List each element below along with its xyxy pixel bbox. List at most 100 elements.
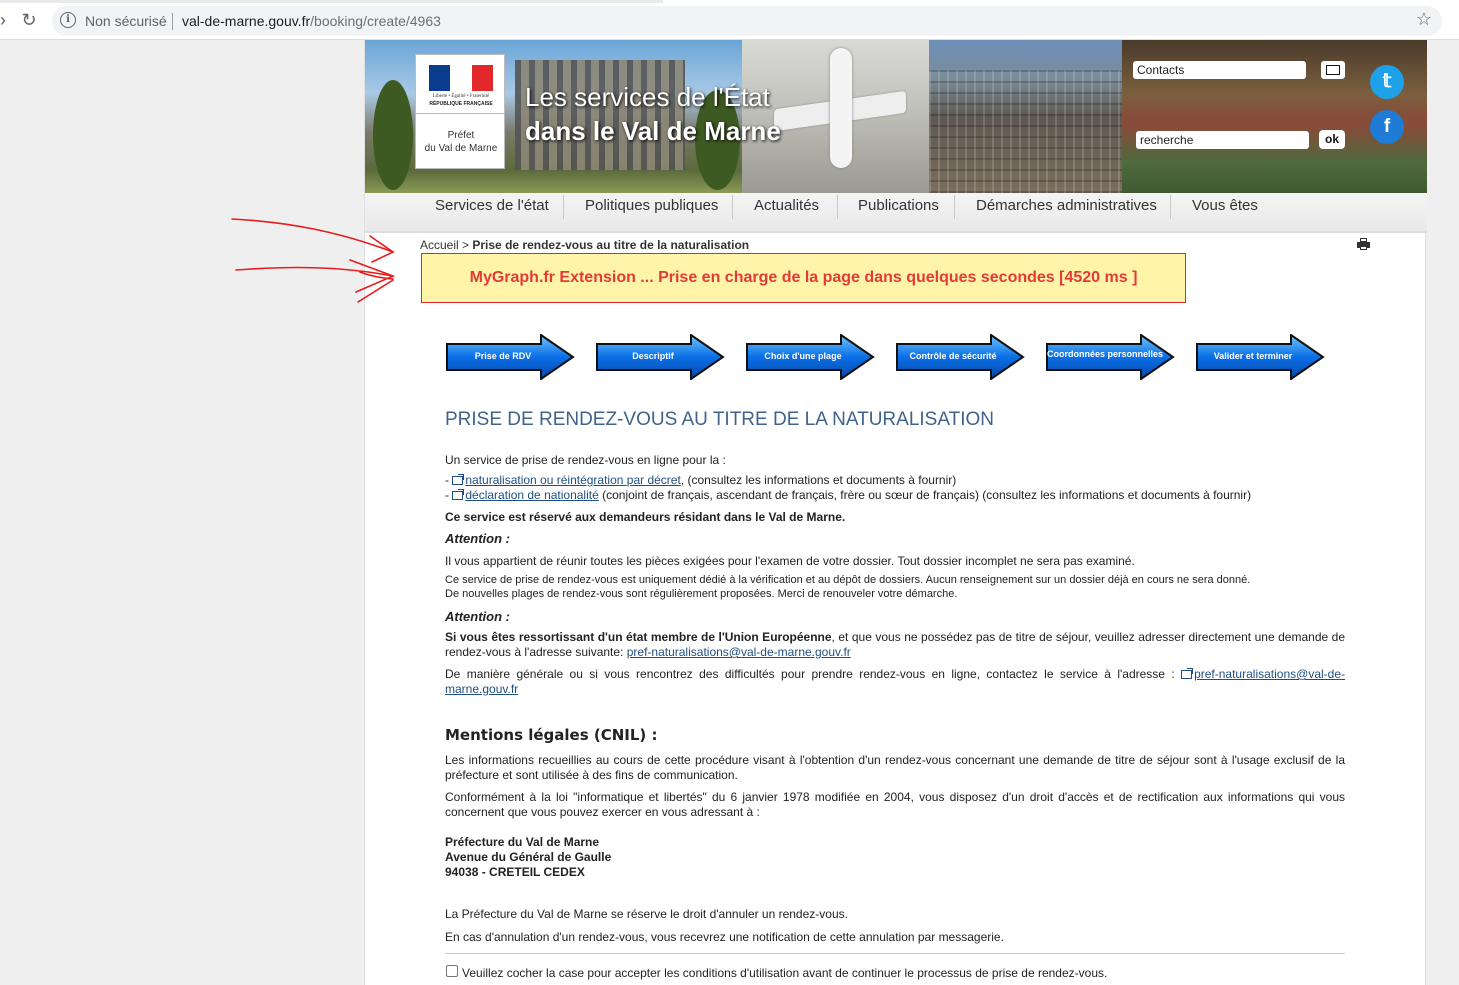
menu-separator (837, 195, 838, 219)
steps-bar: Prise de RDV Descriptif Choix d'une plag… (445, 334, 1345, 380)
step-label: Descriptif (632, 351, 674, 361)
attention-label-2: Attention : (445, 609, 510, 624)
star-icon[interactable]: ☆ (1416, 9, 1432, 30)
menu-separator (732, 195, 733, 219)
attention-label: Attention : (445, 531, 510, 546)
menu-separator (1170, 195, 1171, 219)
general-paragraph: De manière générale ou si vous rencontre… (445, 667, 1345, 697)
menu-item-actualites[interactable]: Actualités (754, 197, 819, 214)
step-descriptif[interactable]: Descriptif (595, 334, 725, 380)
step-label: Coordonnées personnelles (1047, 349, 1164, 359)
terms-checkbox[interactable] (446, 965, 458, 977)
logo-motto: Liberté • Égalité • Fraternité (432, 94, 490, 99)
ue-paragraph: Si vous êtes ressortissant d'un état mem… (445, 630, 1345, 660)
facebook-icon[interactable]: f (1370, 110, 1404, 144)
menu-item-vous-etes[interactable]: Vous êtes (1192, 197, 1258, 214)
address-line-3: 94038 - CRETEIL CEDEX (445, 865, 585, 879)
menu-separator (563, 195, 564, 219)
menu-item-demarches[interactable]: Démarches administratives (976, 197, 1157, 214)
breadcrumb: Accueil > Prise de rendez-vous au titre … (420, 238, 749, 252)
reserved-text: Ce service est réservé aux demandeurs ré… (445, 510, 846, 524)
reload-icon[interactable]: ↻ (18, 9, 40, 31)
info-icon[interactable]: i (60, 12, 76, 28)
breadcrumb-current: Prise de rendez-vous au titre de la natu… (472, 238, 750, 252)
general-text: De manière générale ou si vous rencontre… (445, 667, 1182, 681)
step-label: Valider et terminer (1213, 351, 1293, 361)
external-link-icon (452, 489, 465, 500)
logo-prefet-line2: du Val de Marne (424, 143, 498, 154)
annulation-text-2: En cas d'annulation d'un rendez-vous, vo… (445, 930, 1004, 944)
address-line-2: Avenue du Général de Gaulle (445, 850, 612, 864)
twitter-icon[interactable]: 𝕥 (1370, 65, 1404, 99)
naturalisation-link[interactable]: naturalisation ou réintégration par décr… (465, 473, 680, 487)
step-coordonnees[interactable]: Coordonnées personnelles (1045, 334, 1175, 380)
link-line-declaration: - déclaration de nationalité (conjoint d… (445, 488, 1251, 502)
search-input[interactable]: recherche (1136, 131, 1309, 149)
intro-text: Un service de prise de rendez-vous en li… (445, 453, 726, 467)
terms-checkbox-label: Veuillez cocher la case pour accepter le… (462, 966, 1108, 980)
logo-republic: RÉPUBLIQUE FRANÇAISE (429, 101, 493, 107)
main-menu: Services de l'état Politiques publiques … (365, 193, 1427, 233)
link-line-naturalisation: - naturalisation ou réintégration par dé… (445, 473, 956, 487)
prefecture-logo[interactable]: Liberté • Égalité • Fraternité RÉPUBLIQU… (415, 54, 505, 169)
active-tab-edge (663, 0, 1459, 3)
divider (445, 953, 1345, 954)
menu-item-publications[interactable]: Publications (858, 197, 939, 214)
page: Liberté • Égalité • Fraternité RÉPUBLIQU… (364, 40, 1427, 985)
dash: - (445, 473, 453, 487)
annulation-text-1: La Préfecture du Val de Marne se réserve… (445, 907, 848, 921)
menu-item-services[interactable]: Services de l'état (435, 197, 549, 214)
contacts-field[interactable]: Contacts (1133, 61, 1306, 79)
prefecture-address: Préfecture du Val de Marne Avenue du Gén… (445, 835, 611, 880)
step-label: Prise de RDV (474, 351, 532, 361)
breadcrumb-sep: > (458, 238, 473, 252)
address-line-1: Préfecture du Val de Marne (445, 835, 600, 849)
step-valider[interactable]: Valider et terminer (1195, 334, 1325, 380)
flag-blue (429, 65, 451, 91)
step-label: Contrôle de sécurité (909, 351, 997, 361)
external-link-icon (1181, 668, 1194, 679)
tree-shape (373, 80, 413, 190)
dash: - (445, 488, 453, 502)
address-separator (172, 13, 173, 30)
declaration-link[interactable]: déclaration de nationalité (465, 488, 598, 502)
url-host: val-de-marne.gouv.fr (182, 13, 311, 29)
back-arrow-icon[interactable]: › (0, 9, 14, 31)
menu-item-politiques[interactable]: Politiques publiques (585, 197, 718, 214)
link2-rest: (conjoint de français, ascendant de fran… (598, 488, 1252, 502)
browser-toolbar: › ↻ i Non sécurisé val-de-marne.gouv.fr/… (0, 0, 1459, 40)
address-bar[interactable]: i Non sécurisé val-de-marne.gouv.fr/book… (52, 6, 1442, 36)
security-label[interactable]: Non sécurisé (85, 13, 167, 29)
building-shape (515, 60, 685, 170)
step-choix-plage[interactable]: Choix d'une plage (745, 334, 875, 380)
pieces-text: Il vous appartient de réunir toutes les … (445, 554, 1135, 568)
url-path: /booking/create/4963 (310, 13, 441, 29)
cnil-title: Mentions légales (CNIL) : (445, 726, 658, 744)
banner-photo-city (929, 40, 1122, 193)
step-controle-securite[interactable]: Contrôle de sécurité (895, 334, 1025, 380)
cnil-paragraph-2: Conformément à la loi "informatique et l… (445, 790, 1345, 819)
step-prise-rdv[interactable]: Prise de RDV (445, 334, 575, 380)
dedie-text: Ce service de prise de rendez-vous est u… (445, 574, 1251, 586)
banner-title-line1: Les services de l'État (525, 82, 770, 112)
flag-white (450, 65, 472, 91)
search-ok-button[interactable]: ok (1319, 130, 1345, 149)
mail-icon[interactable] (1321, 61, 1345, 79)
breadcrumb-home[interactable]: Accueil (420, 238, 459, 252)
nouvelles-text: De nouvelles plages de rendez-vous sont … (445, 588, 958, 600)
cnil-paragraph-1: Les informations recueillies au cours de… (445, 753, 1345, 782)
plane-body-shape (830, 48, 852, 168)
logo-divider (416, 113, 504, 114)
extension-notice: MyGraph.fr Extension ... Prise en charge… (421, 253, 1186, 303)
external-link-icon (452, 474, 465, 485)
ue-bold: Si vous êtes ressortissant d'un état mem… (445, 630, 832, 644)
marianne-flag (429, 65, 493, 91)
page-title: PRISE DE RENDEZ-VOUS AU TITRE DE LA NATU… (445, 409, 994, 430)
ue-email-link[interactable]: pref-naturalisations@val-de-marne.gouv.f… (627, 645, 851, 659)
url-text[interactable]: val-de-marne.gouv.fr/booking/create/4963 (182, 13, 441, 29)
logo-prefet-line1: Préfet (447, 130, 475, 141)
logo-prefet: Préfet du Val de Marne (418, 129, 504, 155)
print-icon[interactable] (1357, 238, 1370, 250)
step-label: Choix d'une plage (764, 351, 842, 361)
flag-red (471, 65, 493, 91)
